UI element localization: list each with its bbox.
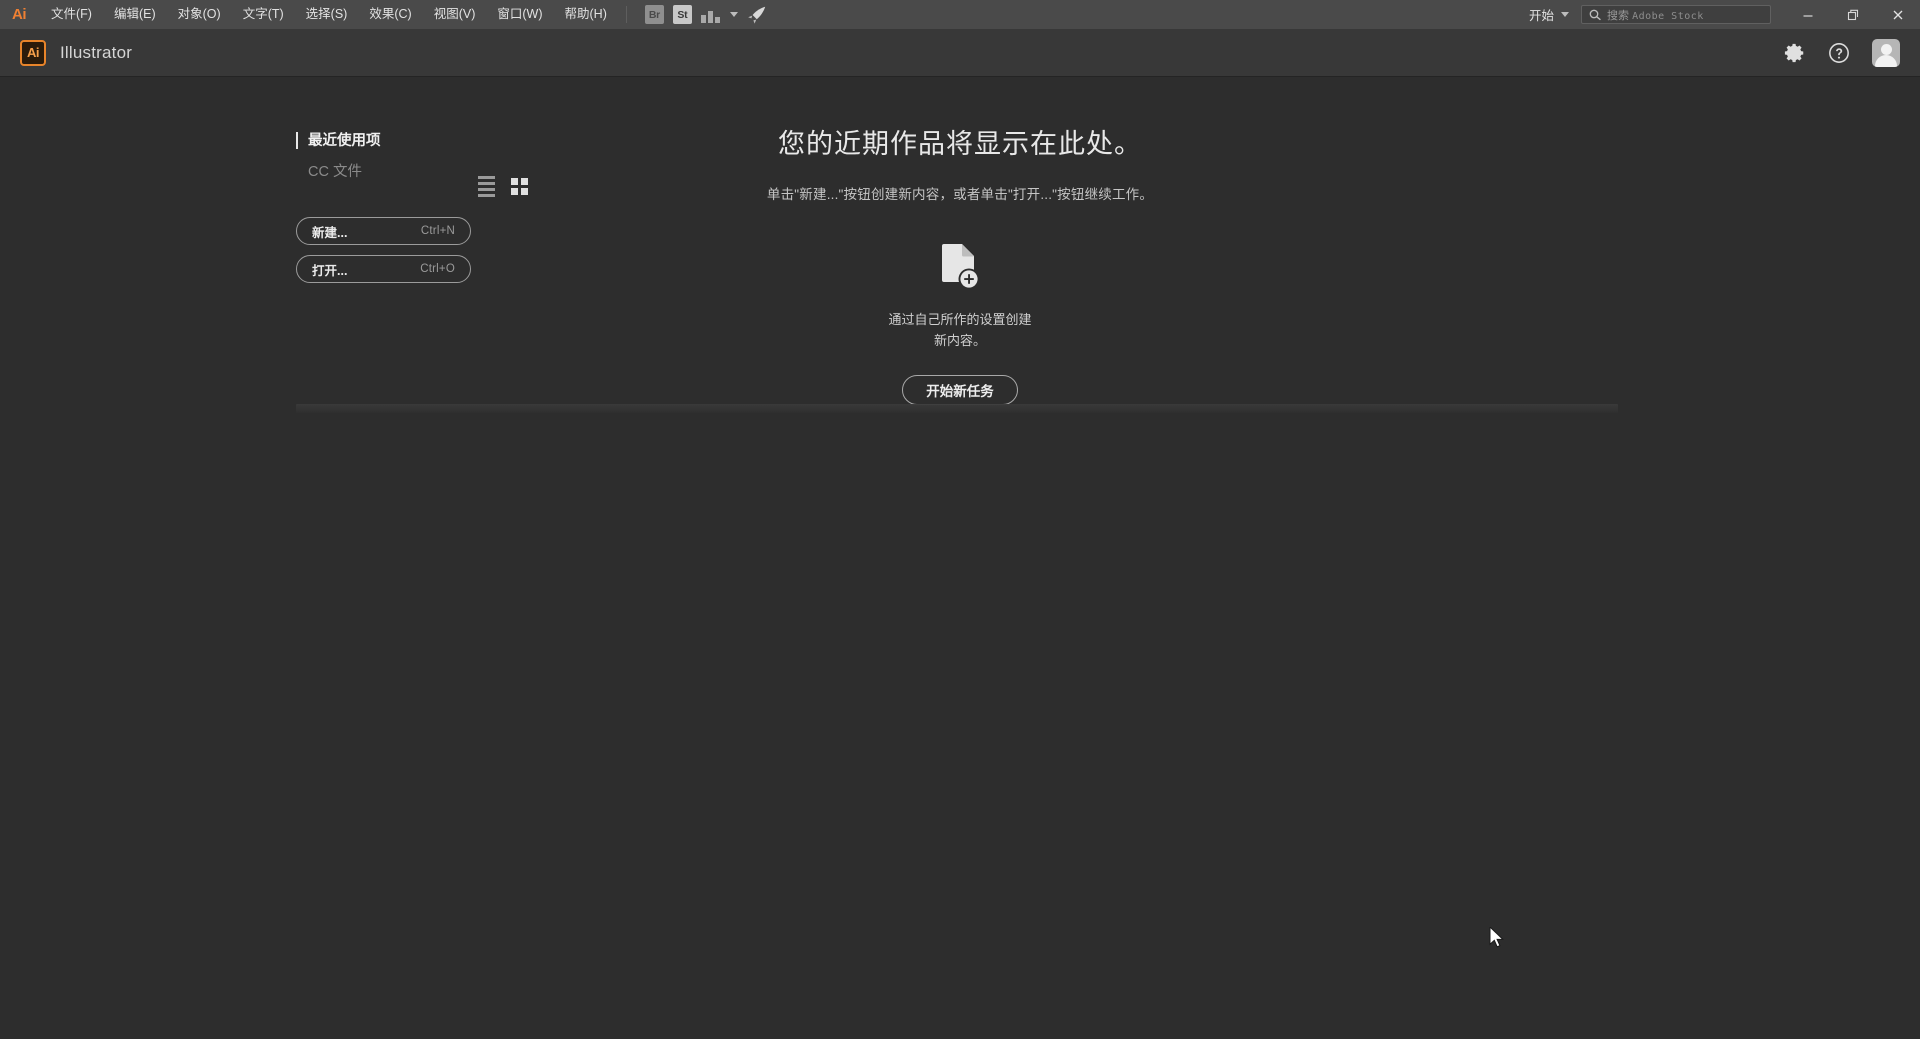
menu-type[interactable]: 文字(T) [232, 0, 295, 29]
menubar-quick-icons: Br St [644, 5, 767, 24]
app-header-bar: Ai Illustrator [0, 29, 1920, 77]
new-document-description-line2: 新内容。 [933, 333, 986, 348]
stock-search-placeholder: 搜索 Adobe Stock [1607, 9, 1704, 22]
minimize-icon [1803, 14, 1812, 17]
page-title: 您的近期作品将显示在此处。 [778, 129, 1142, 159]
avatar-body [1875, 54, 1897, 67]
window-restore-button[interactable] [1830, 0, 1875, 29]
app-title: Illustrator [60, 42, 133, 62]
new-document-description-line1: 通过自己所作的设置创建 [888, 312, 1032, 327]
workspace-switcher-label: 开始 [1528, 9, 1554, 23]
menubar-right-cluster: 开始 搜索 Adobe Stock [1517, 0, 1920, 29]
libraries-icon[interactable] [700, 6, 721, 23]
start-workspace: 最近使用项 CC 文件 新建... Ctrl+N 打开... Ctrl+O 您的… [0, 78, 1920, 1039]
start-new-task-label: 开始新任务 [926, 384, 994, 399]
section-divider [296, 404, 1618, 413]
search-icon [1589, 9, 1601, 20]
account-avatar[interactable] [1872, 38, 1900, 67]
illustrator-logo-icon: Ai [20, 39, 46, 66]
new-document-icon [938, 243, 982, 293]
chevron-down-icon [1561, 12, 1569, 17]
window-minimize-button[interactable] [1785, 0, 1830, 29]
menu-bar: Ai 文件(F) 编辑(E) 对象(O) 文字(T) 选择(S) 效果(C) 视… [0, 0, 1920, 29]
settings-gear-icon[interactable] [1784, 42, 1806, 64]
stock-icon[interactable]: St [672, 5, 692, 24]
stock-search-field[interactable]: 搜索 Adobe Stock [1581, 5, 1771, 24]
menu-edit[interactable]: 编辑(E) [103, 0, 167, 29]
chevron-down-icon[interactable] [729, 12, 738, 17]
menu-effect[interactable]: 效果(C) [358, 0, 422, 29]
bridge-icon[interactable]: Br [644, 5, 664, 24]
menu-object[interactable]: 对象(O) [167, 0, 232, 29]
menu-file[interactable]: 文件(F) [40, 0, 103, 29]
illustrator-start-screen: Ai 文件(F) 编辑(E) 对象(O) 文字(T) 选择(S) 效果(C) 视… [0, 0, 1920, 1039]
menu-view[interactable]: 视图(V) [423, 0, 487, 29]
close-icon [1893, 10, 1902, 19]
ai-logo-icon: Ai [12, 6, 27, 23]
new-document-description: 通过自己所作的设置创建 新内容。 [0, 309, 1920, 351]
app-header-actions [1784, 38, 1900, 67]
empty-state-panel: 您的近期作品将显示在此处。 单击"新建..."按钮创建新内容，或者单击"打开..… [0, 78, 1920, 405]
workspace-switcher[interactable]: 开始 [1517, 4, 1581, 25]
menu-select[interactable]: 选择(S) [295, 0, 359, 29]
page-subtitle: 单击"新建..."按钮创建新内容，或者单击"打开..."按钮继续工作。 [766, 187, 1154, 202]
menu-items: 文件(F) 编辑(E) 对象(O) 文字(T) 选择(S) 效果(C) 视图(V… [40, 0, 618, 29]
mouse-cursor [1489, 925, 1507, 951]
restore-icon [1847, 9, 1858, 20]
menu-help[interactable]: 帮助(H) [554, 0, 618, 29]
rocket-icon[interactable] [747, 6, 767, 24]
window-close-button[interactable] [1875, 0, 1920, 29]
brand-block: Ai Illustrator [20, 39, 133, 66]
avatar-head [1880, 43, 1892, 55]
help-icon[interactable] [1828, 42, 1850, 64]
menubar-divider [625, 6, 627, 23]
menu-window[interactable]: 窗口(W) [486, 0, 553, 29]
start-new-task-button[interactable]: 开始新任务 [902, 375, 1018, 405]
